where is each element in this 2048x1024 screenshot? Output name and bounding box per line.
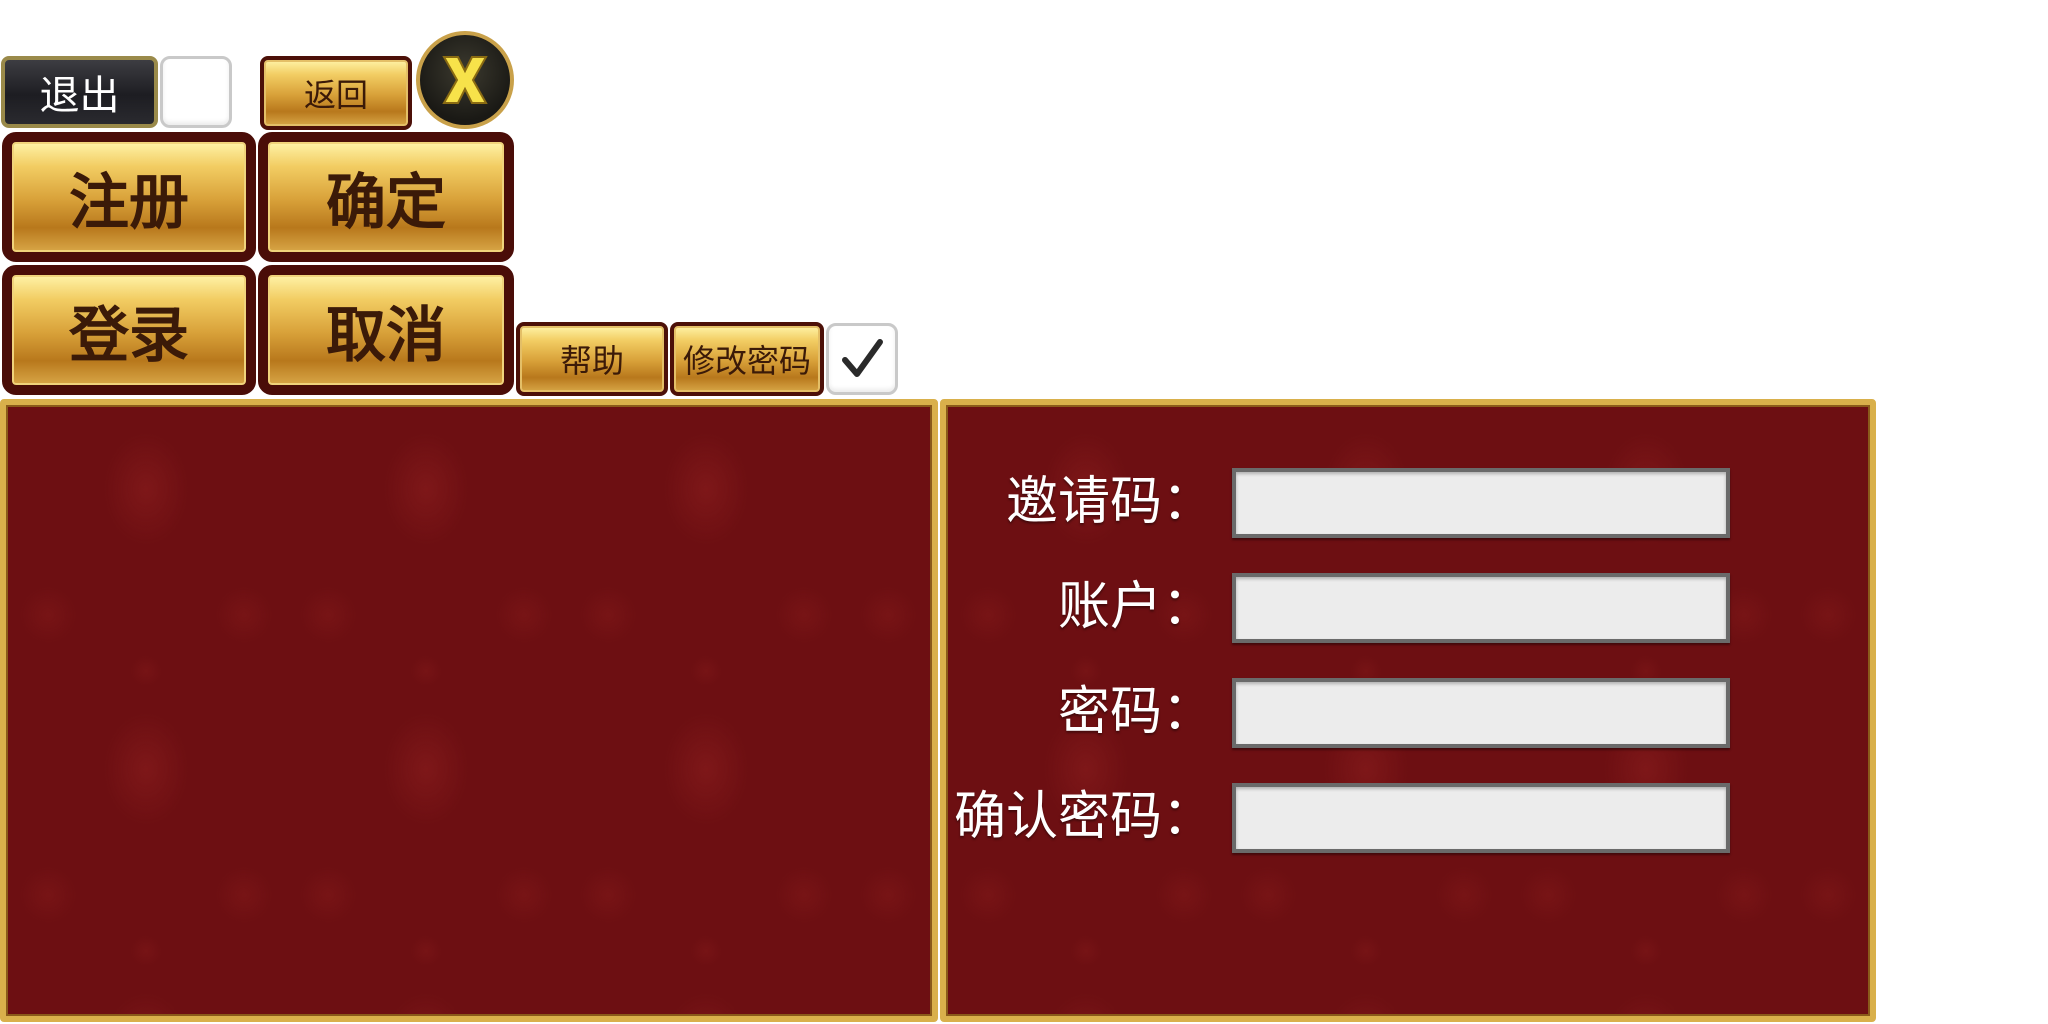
confirm-password-input[interactable]	[1232, 783, 1730, 853]
password-input[interactable]	[1232, 678, 1730, 748]
login-button[interactable]: 登录	[2, 265, 256, 395]
change-password-button[interactable]: 修改密码	[670, 322, 824, 396]
confirm-button-label: 确定	[326, 167, 446, 238]
help-button[interactable]: 帮助	[516, 322, 668, 396]
exit-button-label: 退出	[39, 73, 120, 119]
account-label: 账户：	[1057, 577, 1214, 637]
confirm-button[interactable]: 确定	[258, 132, 514, 262]
change-password-button-label: 修改密码	[682, 342, 811, 380]
checked-checkbox[interactable]	[826, 323, 898, 395]
cancel-button[interactable]: 取消	[258, 265, 514, 395]
help-button-label: 帮助	[559, 342, 624, 380]
close-x-icon	[442, 56, 488, 104]
cancel-button-label: 取消	[326, 300, 446, 371]
close-button[interactable]	[416, 31, 514, 129]
exit-button[interactable]: 退出	[1, 56, 158, 128]
password-label: 密码：	[1057, 682, 1214, 742]
invite-code-input[interactable]	[1232, 468, 1730, 538]
back-button-label: 返回	[303, 76, 368, 114]
invite-code-label: 邀请码：	[1005, 472, 1214, 532]
login-button-label: 登录	[69, 300, 189, 371]
back-button[interactable]: 返回	[260, 56, 412, 130]
register-button[interactable]: 注册	[2, 132, 256, 262]
register-form-panel: 邀请码： 账户： 密码： 确认密码：	[940, 399, 1876, 1022]
checkmark-icon	[842, 339, 883, 377]
register-button-label: 注册	[69, 167, 189, 238]
unchecked-checkbox[interactable]	[160, 56, 232, 128]
account-input[interactable]	[1232, 573, 1730, 643]
confirm-password-label: 确认密码：	[953, 787, 1214, 847]
left-panel	[0, 399, 938, 1022]
